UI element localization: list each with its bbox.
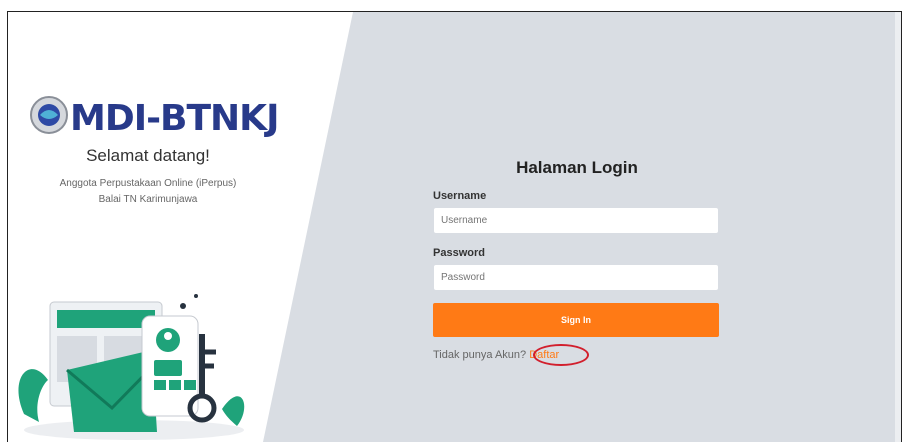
password-input[interactable] [433,264,719,291]
welcome-subtitle-line1: Anggota Perpustakaan Online (iPerpus) [59,178,237,189]
sign-in-button[interactable]: Sign In [433,303,719,337]
username-label: Username [433,190,487,202]
welcome-title: Selamat datang! [86,146,210,165]
vertical-scrollbar[interactable] [895,12,901,442]
browser-frame: MDI-BTNKJ Selamat datang! Anggota Perpus… [7,11,902,442]
welcome-subtitle-line2: Balai TN Karimunjawa [98,194,198,205]
login-illustration [18,294,245,440]
no-account-text: Tidak punya Akun? [433,349,527,361]
login-page-title: Halaman Login [516,158,638,177]
register-highlight-circle [533,344,589,366]
seal-emblem-icon [30,96,68,134]
logo-text: MDI-BTNKJ [70,98,279,139]
username-input[interactable] [433,207,719,234]
password-label: Password [433,247,485,259]
